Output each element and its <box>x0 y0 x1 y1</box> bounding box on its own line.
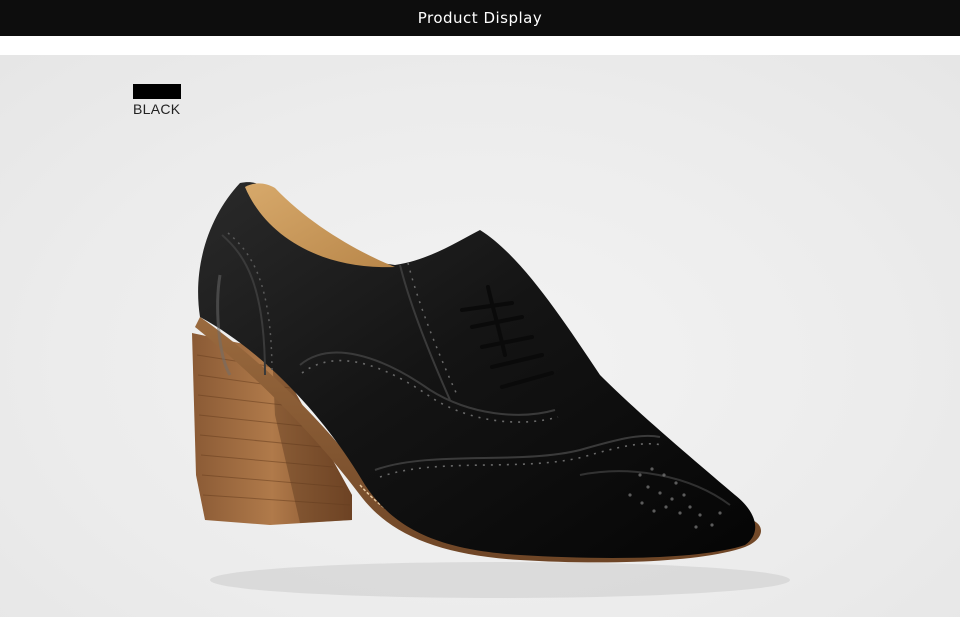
shoe-image <box>192 182 790 598</box>
page-title: Product Display <box>417 9 543 27</box>
header-bar: Product Display <box>0 0 960 36</box>
product-photo: BLACK <box>0 55 960 617</box>
